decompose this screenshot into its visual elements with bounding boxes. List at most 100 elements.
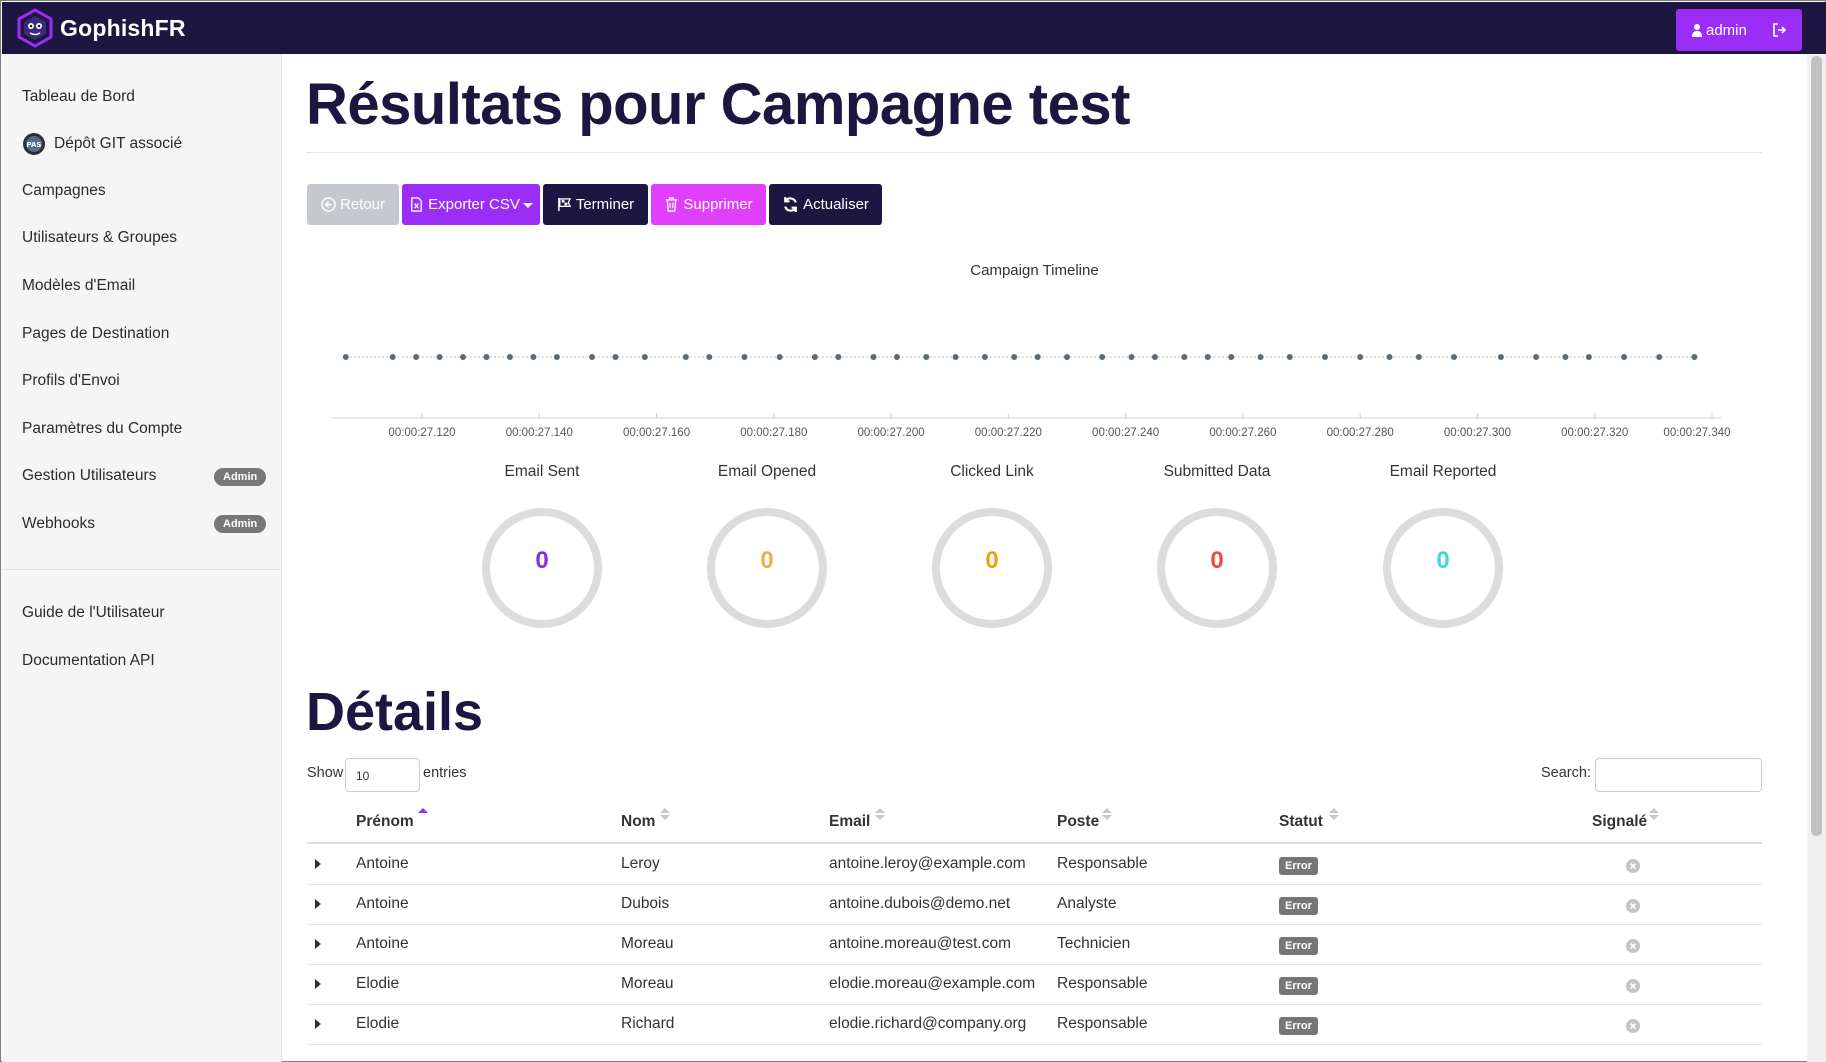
timeline-point[interactable] xyxy=(1415,354,1422,360)
timeline-point[interactable] xyxy=(1034,354,1041,360)
export-csv-button[interactable]: Exporter CSV xyxy=(402,184,540,225)
brand[interactable]: GophishFR xyxy=(16,8,186,48)
timeline-point[interactable] xyxy=(612,354,619,360)
timeline-point[interactable] xyxy=(1533,354,1540,360)
sidebar-item-account-settings[interactable]: Paramètres du Compte xyxy=(22,417,182,441)
delete-button[interactable]: Supprimer xyxy=(651,184,766,225)
cell-first-name: Elodie xyxy=(356,1015,400,1032)
timeline-point[interactable] xyxy=(811,354,818,360)
timeline-point[interactable] xyxy=(1357,354,1364,360)
sort-icon[interactable] xyxy=(1329,807,1339,821)
timeline-point[interactable] xyxy=(1656,354,1663,360)
not-reported-icon xyxy=(1626,979,1640,993)
column-header-first-name[interactable]: Prénom xyxy=(356,813,414,831)
timeline-point[interactable] xyxy=(952,354,959,360)
sort-icon[interactable] xyxy=(1102,807,1112,821)
refresh-button[interactable]: Actualiser xyxy=(769,184,882,225)
timeline-point[interactable] xyxy=(835,354,842,360)
timeline-point[interactable] xyxy=(1228,354,1235,360)
timeline-point[interactable] xyxy=(589,354,596,360)
sidebar-item-landing-pages[interactable]: Pages de Destination xyxy=(22,322,169,346)
expand-row-icon[interactable] xyxy=(315,1019,321,1029)
logout-icon[interactable] xyxy=(1772,22,1788,38)
cell-first-name: Antoine xyxy=(356,895,409,912)
column-header-email[interactable]: Email xyxy=(829,813,870,831)
export-csv-label: Exporter CSV xyxy=(428,196,520,213)
table-row[interactable]: Antoine Leroy antoine.leroy@example.com … xyxy=(307,845,1762,885)
timeline-point[interactable] xyxy=(741,354,748,360)
sidebar-item-webhooks[interactable]: Webhooks xyxy=(22,512,95,536)
timeline-point[interactable] xyxy=(1497,354,1504,360)
timeline-point[interactable] xyxy=(776,354,783,360)
timeline-point[interactable] xyxy=(1621,354,1628,360)
column-header-reported[interactable]: Signalé xyxy=(1592,813,1647,831)
timeline-point[interactable] xyxy=(389,354,396,360)
timeline-point[interactable] xyxy=(553,354,560,360)
timeline-point[interactable] xyxy=(923,354,930,360)
table-row[interactable]: Antoine Moreau antoine.moreau@test.com T… xyxy=(307,925,1762,965)
timeline-point[interactable] xyxy=(981,354,988,360)
sort-asc-icon[interactable] xyxy=(418,807,428,821)
search-input[interactable] xyxy=(1595,758,1762,792)
sidebar-item-git-repo[interactable]: PAS Dépôt GIT associé xyxy=(22,132,182,156)
timeline-point[interactable] xyxy=(1562,354,1569,360)
timeline-point[interactable] xyxy=(1386,354,1393,360)
timeline-point[interactable] xyxy=(1011,354,1018,360)
cell-last-name: Dubois xyxy=(621,895,670,912)
sidebar-item-campaigns[interactable]: Campagnes xyxy=(22,179,106,203)
end-campaign-button[interactable]: Terminer xyxy=(543,184,648,225)
timeline-point[interactable] xyxy=(1204,354,1211,360)
timeline-point[interactable] xyxy=(413,354,420,360)
timeline-point[interactable] xyxy=(342,354,349,360)
sort-icon[interactable] xyxy=(875,807,885,821)
sort-icon[interactable] xyxy=(660,807,670,821)
sidebar-item-dashboard[interactable]: Tableau de Bord xyxy=(22,85,135,109)
timeline-point[interactable] xyxy=(641,354,648,360)
expand-row-icon[interactable] xyxy=(315,859,321,869)
column-header-status[interactable]: Statut xyxy=(1279,813,1323,831)
timeline-point[interactable] xyxy=(1451,354,1457,360)
timeline-point[interactable] xyxy=(1585,354,1592,360)
timeline-point[interactable] xyxy=(1322,354,1328,360)
timeline-point[interactable] xyxy=(682,354,689,360)
sort-icon[interactable] xyxy=(1649,807,1659,821)
timeline-point[interactable] xyxy=(1181,354,1188,360)
entries-length-select[interactable]: 10 xyxy=(345,758,420,792)
sidebar-item-api-docs[interactable]: Documentation API xyxy=(22,649,155,673)
timeline-point[interactable] xyxy=(460,354,467,360)
timeline-point[interactable] xyxy=(1286,354,1293,360)
expand-row-icon[interactable] xyxy=(315,979,321,989)
sidebar-item-user-guide[interactable]: Guide de l'Utilisateur xyxy=(22,601,165,625)
timeline-point[interactable] xyxy=(1128,354,1135,360)
back-button[interactable]: Retour xyxy=(307,184,399,225)
table-row[interactable]: Elodie Moreau elodie.moreau@example.com … xyxy=(307,965,1762,1005)
timeline-tick-label: 00:00:27.260 xyxy=(1209,427,1276,439)
table-row[interactable]: Elodie Richard elodie.richard@company.or… xyxy=(307,1005,1762,1045)
status-badge: Error xyxy=(1279,977,1318,995)
timeline-point[interactable] xyxy=(506,354,513,360)
sidebar-item-users-groups[interactable]: Utilisateurs & Groupes xyxy=(22,226,177,250)
user-menu-button[interactable]: admin xyxy=(1676,9,1802,51)
table-row[interactable]: Antoine Dubois antoine.dubois@demo.net A… xyxy=(307,885,1762,925)
timeline-point[interactable] xyxy=(1257,354,1264,360)
column-header-last-name[interactable]: Nom xyxy=(621,813,655,831)
page-scrollbar[interactable] xyxy=(1807,54,1826,1062)
timeline-point[interactable] xyxy=(1691,354,1698,360)
timeline-point[interactable] xyxy=(893,354,900,360)
timeline-point[interactable] xyxy=(436,354,443,360)
timeline-point[interactable] xyxy=(1064,354,1070,360)
expand-row-icon[interactable] xyxy=(315,939,321,949)
timeline-point[interactable] xyxy=(870,354,877,360)
timeline-point[interactable] xyxy=(530,354,537,360)
timeline-point[interactable] xyxy=(1099,354,1106,360)
scrollbar-thumb[interactable] xyxy=(1811,56,1822,836)
sidebar-item-sending-profiles[interactable]: Profils d'Envoi xyxy=(22,369,120,393)
column-header-position[interactable]: Poste xyxy=(1057,813,1099,831)
sidebar-item-email-templates[interactable]: Modèles d'Email xyxy=(22,274,135,298)
timeline-point[interactable] xyxy=(1151,354,1158,360)
timeline-point[interactable] xyxy=(706,354,713,360)
timeline-point[interactable] xyxy=(483,354,490,360)
expand-row-icon[interactable] xyxy=(315,899,321,909)
sidebar: Tableau de Bord PAS Dépôt GIT associé Ca… xyxy=(2,54,282,1062)
sidebar-item-user-management[interactable]: Gestion Utilisateurs xyxy=(22,464,156,488)
